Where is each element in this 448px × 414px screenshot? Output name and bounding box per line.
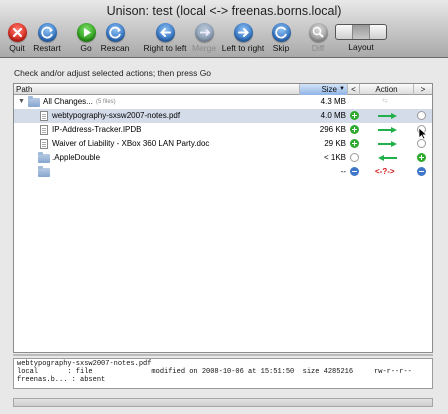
magnifier-icon (308, 23, 328, 42)
row-size: 4.0 MB (320, 111, 346, 120)
restart-button[interactable]: Restart (32, 22, 62, 58)
arrow-right-icon[interactable] (378, 127, 398, 133)
row-count: (5 files) (96, 99, 116, 105)
status-bar (13, 398, 433, 407)
column-size-label: Size (321, 85, 337, 94)
folder-icon (38, 152, 50, 163)
folder-icon (28, 96, 40, 107)
folder-icon (38, 166, 50, 177)
row-size: 296 KB (319, 125, 346, 134)
row-size: 4.3 MB (320, 97, 346, 106)
arrow-left-icon[interactable] (378, 155, 398, 161)
rescan-icon (105, 23, 125, 42)
row-size: -- (340, 167, 346, 176)
disclosure-triangle-icon[interactable]: ▼ (18, 95, 25, 109)
rescan-label: Rescan (100, 43, 130, 53)
layout-option-1[interactable] (336, 25, 353, 39)
right-to-left-label: Right to left (143, 43, 187, 53)
new-file-icon (350, 139, 359, 148)
changed-icon (417, 167, 426, 176)
restart-label: Restart (33, 43, 61, 53)
row-size: < 1KB (323, 153, 346, 162)
row-name: .AppleDouble (52, 153, 101, 162)
diff-label: Diff (311, 43, 325, 53)
quit-label: Quit (9, 43, 25, 53)
row-name: All Changes... (43, 97, 93, 106)
document-icon (40, 111, 48, 121)
table-row[interactable]: .AppleDouble < 1KB (14, 151, 432, 165)
merge-label: Merge (191, 43, 217, 53)
table-row[interactable]: webtypography-sxsw2007-notes.pdf 4.0 MB (14, 109, 432, 123)
arrow-right-icon[interactable] (378, 113, 398, 119)
new-file-icon (417, 153, 426, 162)
merge-button[interactable]: Merge (191, 22, 217, 58)
mouse-cursor-icon (418, 127, 427, 140)
layout-option-3[interactable] (370, 25, 386, 39)
column-size[interactable]: Size ▼ (300, 84, 348, 95)
conflict-indicator[interactable]: <-?-> (375, 165, 395, 179)
column-action[interactable]: Action (360, 84, 414, 95)
layout-option-2[interactable] (353, 25, 370, 39)
skip-button[interactable]: Skip (270, 22, 292, 58)
table-header: Path Size ▼ < Action > (14, 84, 432, 95)
diff-button[interactable]: Diff (306, 22, 330, 58)
window-title: Unison: test (local <-> freenas.borns.lo… (106, 4, 342, 18)
rescan-button[interactable]: Rescan (100, 22, 130, 58)
column-next[interactable]: > (414, 84, 432, 95)
toolbar: Quit Restart Go Rescan Right to left Mer… (0, 22, 448, 58)
title-bar: Unison: test (local <-> freenas.borns.lo… (0, 0, 448, 22)
row-name: webtypography-sxsw2007-notes.pdf (52, 111, 181, 120)
left-to-right-label: Left to right (221, 43, 265, 53)
absent-icon (417, 139, 426, 148)
table-row[interactable]: ▼ All Changes... (5 files) 4.3 MB ⇆ (14, 95, 432, 109)
absent-icon (350, 153, 359, 162)
go-label: Go (80, 43, 92, 53)
layout-label: Layout (348, 42, 374, 52)
left-to-right-button[interactable]: Left to right (219, 22, 267, 58)
details-filename: webtypography-sxsw2007-notes.pdf (17, 360, 152, 368)
go-button[interactable]: Go (75, 22, 97, 58)
details-remote: freenas.b... : absent (17, 376, 106, 384)
merge-icon (194, 23, 214, 42)
column-prev[interactable]: < (348, 84, 360, 95)
new-file-icon (350, 125, 359, 134)
skip-icon (271, 23, 291, 42)
layout-segmented-control[interactable] (335, 24, 387, 40)
arrow-right-icon (233, 23, 253, 42)
changes-table: Path Size ▼ < Action > ▼ All Changes... … (13, 83, 433, 353)
table-row[interactable]: -- <-?-> (14, 165, 432, 179)
pane-splitter[interactable] (13, 354, 433, 356)
arrow-right-icon[interactable] (378, 141, 398, 147)
row-name: IP-Address-Tracker.IPDB (52, 125, 142, 134)
right-to-left-button[interactable]: Right to left (141, 22, 189, 58)
row-size: 29 KB (324, 139, 346, 148)
absent-icon (417, 111, 426, 120)
instruction-text: Check and/or adjust selected actions; th… (14, 68, 212, 78)
document-icon (40, 125, 48, 135)
arrow-left-icon (155, 23, 175, 42)
column-path[interactable]: Path (14, 84, 300, 95)
row-name: Waiver of Liability - XBox 360 LAN Party… (52, 139, 210, 148)
details-pane: webtypography-sxsw2007-notes.pdf local : … (13, 358, 433, 389)
sort-descending-icon: ▼ (339, 86, 345, 92)
layout-control: Layout (335, 22, 387, 58)
quit-button[interactable]: Quit (4, 22, 30, 58)
quit-icon (7, 23, 27, 42)
changed-icon (350, 167, 359, 176)
faded-arrows-icon: ⇆ (382, 98, 388, 105)
go-icon (76, 23, 96, 42)
new-file-icon (350, 111, 359, 120)
document-icon (40, 139, 48, 149)
restart-icon (37, 23, 57, 42)
table-row[interactable]: Waiver of Liability - XBox 360 LAN Party… (14, 137, 432, 151)
table-row[interactable]: IP-Address-Tracker.IPDB 296 KB (14, 123, 432, 137)
details-local: local : file modified on 2008-10-06 at 1… (17, 368, 412, 376)
skip-label: Skip (272, 43, 290, 53)
